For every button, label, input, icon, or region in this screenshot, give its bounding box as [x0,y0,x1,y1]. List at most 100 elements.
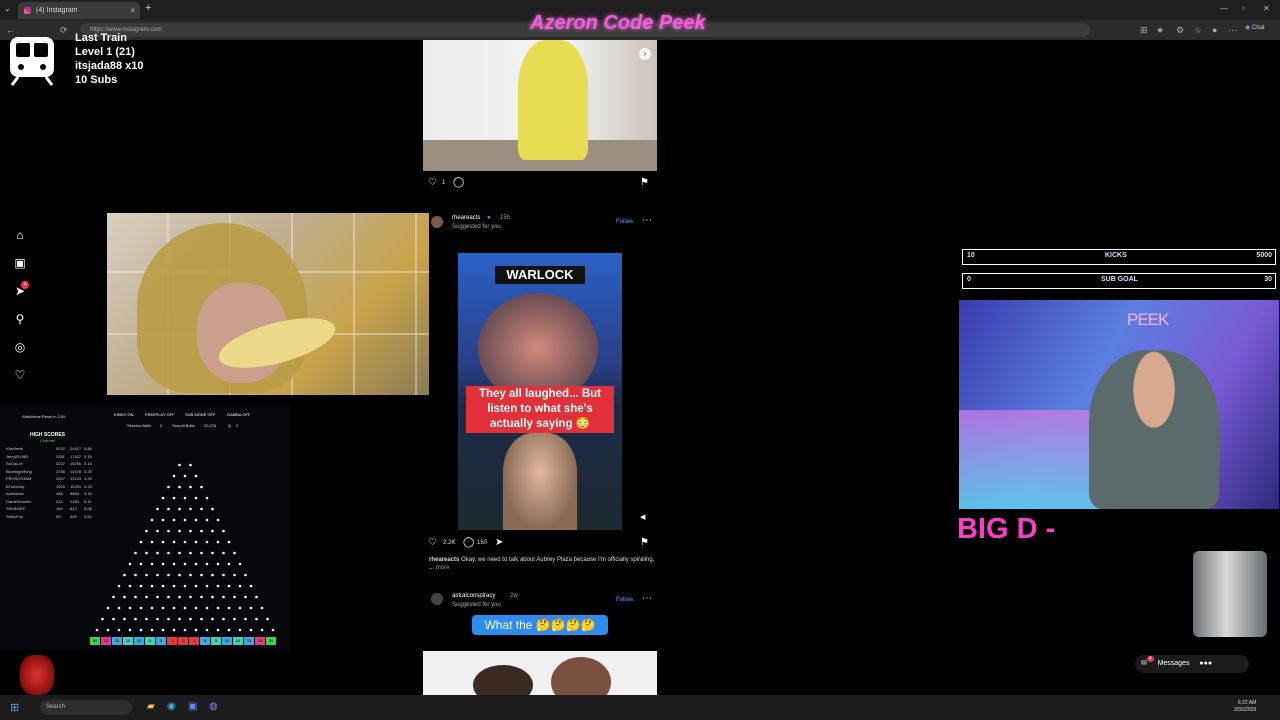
close-window-icon[interactable]: ✕ [1263,4,1270,13]
high-score-name: SuGaLaY [6,461,24,466]
plinko-peg [205,540,209,544]
plinko-peg [227,628,231,632]
tab-instagram[interactable]: (4) Instagram × [18,2,140,19]
maximize-icon[interactable]: ▫ [1242,4,1245,13]
plinko-peg [238,562,242,566]
high-score-name: KrisVeeth [6,446,24,451]
follow-button[interactable]: Follow [616,597,633,603]
plinko-peg [167,507,170,511]
post2-text-user[interactable]: rheareacts [429,557,459,563]
kicks-current: 10 [967,252,975,259]
more-link[interactable]: more [436,565,450,571]
plinko-peg [150,562,154,566]
taskbar-search[interactable]: Search [40,700,132,715]
plinko-peg [211,595,214,599]
file-explorer-icon[interactable]: ▰ [147,701,155,712]
more-options-icon[interactable]: ⋯ [642,215,652,226]
post2-username[interactable]: rheareacts [452,215,480,221]
reels-icon[interactable]: ▣ [12,256,28,272]
favorites-icon[interactable]: ☆ [1194,25,1202,36]
next-slide-icon[interactable]: › [639,48,651,60]
plinko-peg [167,617,170,621]
post3-image[interactable] [423,651,657,695]
plinko-peg [150,606,154,610]
plinko-peg [238,606,242,610]
discord-icon[interactable]: ◍ [209,701,218,712]
plinko-peg [150,628,154,632]
verified-icon: ● [487,215,491,221]
plinko-peg [156,617,159,621]
home-icon[interactable]: ⌂ [12,228,28,244]
avatar[interactable] [431,593,443,605]
save-icon[interactable]: ⚑ [640,177,649,188]
plinko-peg [227,562,231,566]
send-icon[interactable]: ➤ 4 [12,281,29,300]
messages-button[interactable]: ✉ 4 Messages ●●● [1135,655,1249,673]
post1-image[interactable]: › [423,40,657,171]
sub-goal-bar: 0 SUB GOAL 30 [962,273,1276,289]
plinko-peg [238,628,242,632]
close-icon[interactable]: × [130,2,135,19]
share-icon[interactable]: ➤ [495,537,503,548]
plinko-peg [139,628,143,632]
plinko-peg [167,595,170,599]
back-icon[interactable]: ← [6,25,15,35]
taskbar-clock[interactable]: 6:22 AM 3/30/2026 [1234,700,1256,714]
chat-button[interactable]: ◉ Chat [1245,24,1265,31]
plinko-peg [216,628,220,632]
avatar[interactable] [431,216,443,228]
high-score-value: 3237 [56,461,65,466]
plinko-peg [216,584,220,588]
comment-icon[interactable]: ◯ [453,177,464,188]
mascot-image [20,655,54,695]
browser-icon[interactable]: ◉ [167,701,176,712]
refresh-icon[interactable]: ⟳ [60,25,68,36]
new-tab-button[interactable]: + [145,2,151,14]
more-options-icon[interactable]: ⋯ [642,593,652,604]
minimize-icon[interactable]: — [1220,4,1228,13]
post2-text: rheareacts Okay, we need to talk about A… [429,556,657,572]
plinko-peg [161,606,165,610]
like-icon[interactable]: ♡ [428,537,437,548]
plinko-slot: -2 [178,637,188,645]
plinko-peg [211,507,214,511]
comment-icon[interactable]: ◯ [463,537,474,548]
settings-icon[interactable]: ⚙ [1176,25,1184,36]
follow-button[interactable]: Follow [616,219,633,225]
post3-username[interactable]: astralconspiracy [452,593,495,599]
plinko-peg [222,573,225,577]
plinko-peg [139,606,143,610]
plinko-peg [189,485,192,489]
plinko-peg [227,584,231,588]
like-icon[interactable]: ♡ [428,177,437,188]
save-icon[interactable]: ⚑ [640,537,649,548]
app-icon[interactable]: ▣ [188,701,197,712]
overall-balls-label: Overall Balls [172,423,195,428]
clock-time: 6:22 AM [1237,700,1257,706]
plinko-peg [101,617,104,621]
mute-icon[interactable]: ◀ [640,513,645,521]
kicks-target: 5000 [1256,252,1272,259]
plinko-peg [233,617,236,621]
plinko-slot: -1 [189,637,199,645]
post1-likes: 1 [442,180,446,186]
heart-icon[interactable]: ♡ [12,368,28,384]
caption-line-3: actually saying 😳 [490,418,590,430]
mode-kinko: KINKO ON [114,412,134,417]
search-icon[interactable]: ⚲ [12,312,28,328]
plinko-peg [183,540,187,544]
plinko-peg [172,474,176,478]
plinko-peg [244,595,247,599]
plinko-peg [172,584,176,588]
profile-icon[interactable]: ● [1212,25,1217,35]
windows-start-icon[interactable]: ⊞ [10,701,19,714]
plinko-peg [249,628,253,632]
menu-icon[interactable]: ⋯ [1228,25,1237,36]
extensions-icon[interactable]: ⊞ [1140,25,1148,36]
plinko-peg [117,584,121,588]
notification-badge: 4 [21,281,29,289]
explore-icon[interactable]: ◎ [12,340,28,356]
plinko-peg [194,606,198,610]
bookmark-star-icon[interactable]: ★ [1156,25,1164,36]
tab-list-icon[interactable]: ⌄ [4,4,11,13]
